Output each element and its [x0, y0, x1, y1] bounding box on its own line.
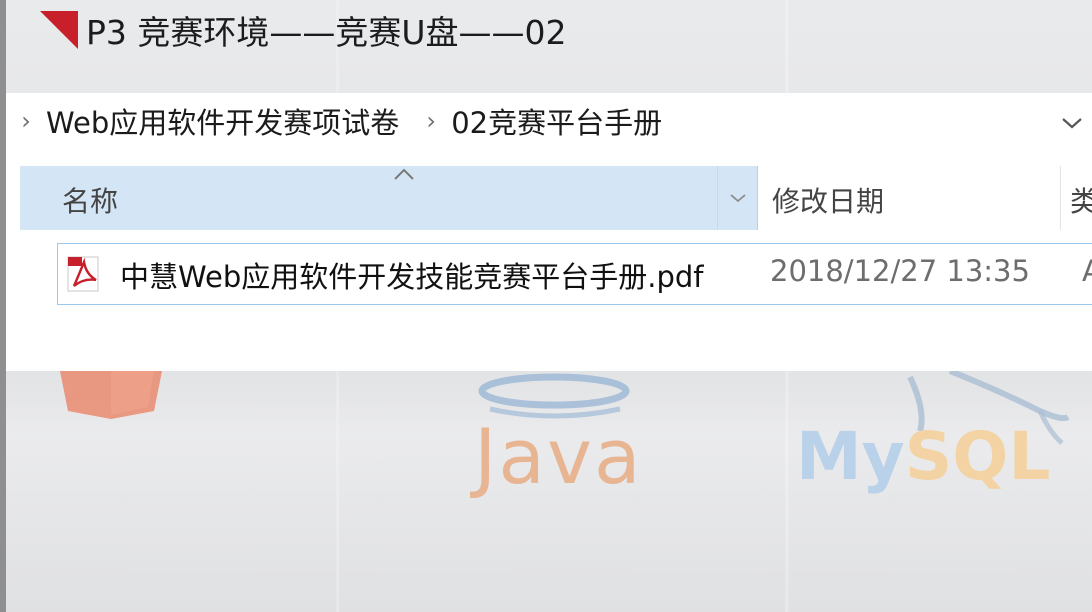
column-header-type-partial[interactable]: 类 [1070, 180, 1092, 220]
file-list-item[interactable]: 中慧Web应用软件开发技能竞赛平台手册.pdf 2018/12/27 13:35… [57, 243, 1092, 305]
slide-title: P3 竞赛环境——竞赛U盘——02 [40, 8, 567, 52]
file-name: 中慧Web应用软件开发技能竞赛平台手册.pdf [120, 260, 704, 294]
column-divider[interactable] [1060, 166, 1061, 230]
column-header-name[interactable]: 名称 [20, 166, 758, 230]
breadcrumb-separator-icon[interactable]: › [411, 107, 451, 135]
mysql-logo-my: My [796, 418, 905, 495]
file-explorer-window: › Web应用软件开发赛项试卷 › 02竞赛平台手册 名称 修改日期 类 中慧W… [6, 93, 1092, 371]
mysql-logo-sql: SQL [904, 418, 1051, 495]
address-history-dropdown-button[interactable] [1056, 107, 1088, 139]
mysql-logo-text: MySQL [796, 418, 1050, 495]
chevron-down-icon [1062, 118, 1082, 129]
breadcrumb-item-exam-papers[interactable]: Web应用软件开发赛项试卷 [46, 100, 399, 142]
pdf-file-icon [67, 256, 99, 292]
address-bar[interactable]: › Web应用软件开发赛项试卷 › 02竞赛平台手册 [6, 93, 1092, 148]
slide-title-text: P3 竞赛环境——竞赛U盘——02 [86, 13, 567, 52]
column-filter-dropdown-button[interactable] [717, 166, 758, 230]
title-accent-triangle-icon [40, 11, 78, 49]
chevron-down-icon [730, 194, 746, 203]
breadcrumb-item-platform-manual[interactable]: 02竞赛平台手册 [451, 100, 662, 142]
breadcrumb-separator-icon[interactable]: › [6, 107, 46, 135]
file-date-modified: 2018/12/27 13:35 [770, 254, 1030, 288]
column-header-date-modified[interactable]: 修改日期 [758, 166, 1058, 230]
column-header-date-label: 修改日期 [772, 185, 885, 218]
file-type-partial: A [1082, 254, 1092, 288]
sort-ascending-icon [394, 168, 414, 180]
html5-logo-icon [60, 371, 162, 419]
column-header-name-label: 名称 [62, 185, 119, 218]
column-headers: 名称 修改日期 类 [20, 166, 1092, 230]
java-logo-text: Java [474, 412, 643, 501]
